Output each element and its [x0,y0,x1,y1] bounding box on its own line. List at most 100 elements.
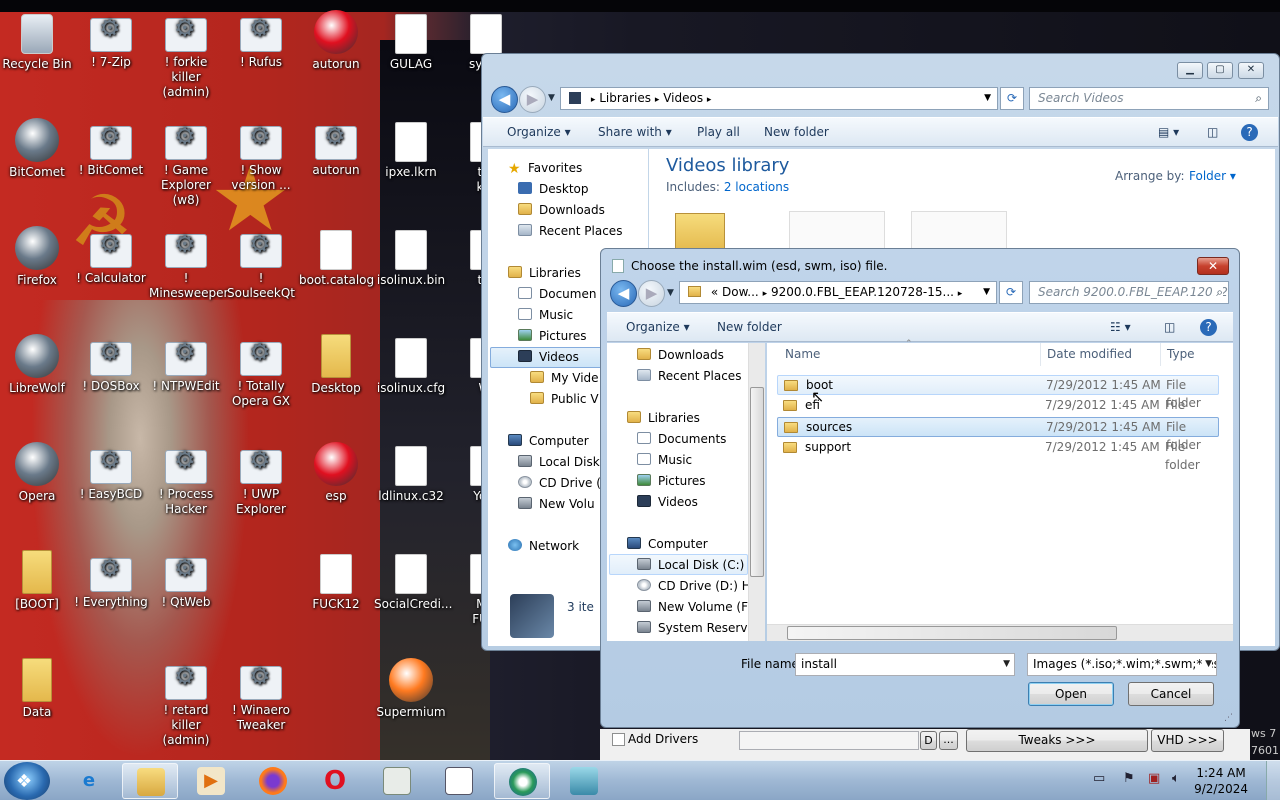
dlg-nav-documents[interactable]: Documents [637,432,726,446]
dialog-refresh-icon[interactable]: ⟳ [999,281,1023,304]
add-drivers-checkbox[interactable] [612,733,625,746]
dlg-nav-libraries[interactable]: Libraries [627,411,700,425]
dialog-organize-menu[interactable]: Organize ▾ [626,320,690,334]
desktop-icon-item[interactable]: ipxe.lkrn [374,118,448,180]
volume-muted-icon[interactable]: 🔈︎ [1172,771,1180,786]
nav-my-videos[interactable]: My Vide [530,371,599,385]
desktop-icon-item[interactable]: ! WinaeroTweaker [224,658,298,733]
chevron-down-icon[interactable]: ▼ [1003,654,1010,675]
taskbar-media-player[interactable]: ▶ [183,763,239,799]
new-folder-button[interactable]: New folder [764,125,829,139]
breadcrumb-current-folder[interactable]: 9200.0.FBL_EEAP.120728-15... [771,285,954,299]
address-bar[interactable]: ▸ Libraries ▸ Videos ▸ ▼ [560,87,998,110]
dialog-close-button[interactable]: ✕ [1197,257,1229,275]
nav-new-volume[interactable]: New Volu [518,497,595,511]
nav-computer[interactable]: Computer [508,434,589,448]
nav-documents[interactable]: Documen [518,287,596,301]
breadcrumb-overflow[interactable]: « [711,285,718,299]
desktop-icon-item[interactable]: Supermium [374,658,448,720]
refresh-icon[interactable]: ⟳ [1000,87,1024,110]
desktop-icon-item[interactable]: ! EasyBCD [74,442,148,502]
file-name-input[interactable]: install ▼ [795,653,1015,676]
taskbar-explorer[interactable] [122,763,178,799]
vhd-button[interactable]: VHD >>> [1151,729,1224,752]
desktop-icon-item[interactable]: GULAG [374,10,448,72]
arrange-by-dropdown[interactable]: Folder ▾ [1189,169,1236,183]
dlg-nav-cd-drive[interactable]: CD Drive (D:) HB [637,579,759,593]
organize-menu[interactable]: Organize ▾ [507,125,571,139]
drive-letter-button[interactable]: D [920,731,937,750]
show-desktop-button[interactable] [1266,761,1280,800]
desktop-icon-item[interactable]: ! BitComet [74,118,148,178]
desktop-icon-item[interactable]: ! Showversion ... [224,118,298,193]
dlg-nav-computer[interactable]: Computer [627,537,708,551]
preview-pane-icon[interactable]: ◫ [1207,125,1218,139]
column-date-modified[interactable]: Date modified [1041,343,1161,366]
breadcrumb-libraries[interactable]: Libraries [599,91,651,105]
dialog-help-icon[interactable]: ? [1200,319,1217,336]
file-row[interactable]: efi7/29/2012 1:45 AMFile folder [777,396,1219,430]
play-all-button[interactable]: Play all [697,125,740,139]
breadcrumb-downloads[interactable]: Dow... [722,285,759,299]
nav-favorites[interactable]: ★ Favorites [508,161,582,177]
minimize-button[interactable]: ▁ [1177,62,1203,79]
desktop-icon-item[interactable]: BitComet [0,118,74,180]
dialog-address-bar[interactable]: « Dow... ▸ 9200.0.FBL_EEAP.120728-15... … [679,281,997,304]
dialog-recent-chevron-icon[interactable]: ▼ [667,288,674,298]
desktop-icon-item[interactable]: esp [299,442,373,504]
desktop-icon-item[interactable]: boot.catalog [299,226,374,288]
desktop-icon-item[interactable]: LibreWolf [0,334,74,396]
dlg-nav-system-reserved[interactable]: System Reserved [637,621,762,635]
desktop-icon-item[interactable]: !Minesweeper [149,226,228,301]
dialog-view-options-icon[interactable]: ☷ ▾ [1110,320,1131,334]
desktop-icon-item[interactable]: ! GameExplorer (w8) [149,118,223,208]
taskbar-firefox[interactable] [245,763,301,799]
dlg-nav-videos[interactable]: Videos [637,495,698,509]
desktop-icon-item[interactable]: ldlinux.c32 [374,442,448,504]
view-options-icon[interactable]: ▤ ▾ [1158,125,1179,139]
desktop-icon-item[interactable]: ! ProcessHacker [149,442,223,517]
search-videos-input[interactable]: Search Videos ⌕ [1029,87,1269,110]
dlg-nav-pictures[interactable]: Pictures [637,474,706,488]
dialog-preview-pane-icon[interactable]: ◫ [1164,320,1175,334]
taskbar-supermium[interactable] [494,763,550,799]
desktop-icon-item[interactable]: FUCK12 [299,550,373,612]
dlg-nav-new-volume[interactable]: New Volume (F:) [637,600,756,614]
desktop-icon-item[interactable]: Firefox [0,226,74,288]
recent-pages-chevron-icon[interactable]: ▼ [548,93,555,103]
desktop-icon-item[interactable]: Recycle Bin [0,10,74,72]
keyboard-icon[interactable]: ▭ [1093,771,1105,786]
desktop-icon-item[interactable]: ! UWPExplorer [224,442,298,517]
desktop-icon-item[interactable]: Desktop [299,334,373,396]
nav-cd-drive[interactable]: CD Drive ( [518,476,601,490]
back-button[interactable]: ◀ [491,86,518,113]
browse-drivers-button[interactable]: ... [939,731,958,750]
nav-downloads[interactable]: Downloads [518,203,605,217]
taskbar-opera[interactable]: O [307,763,363,799]
desktop-icon-item[interactable]: ! NTPWEdit [149,334,223,394]
desktop-icon-item[interactable]: Data [0,658,74,720]
nav-recent-places[interactable]: Recent Places [518,224,622,238]
desktop-icon-item[interactable]: ! 7-Zip [74,10,148,70]
desktop-icon-item[interactable]: autorun [299,118,373,178]
dlg-nav-music[interactable]: Music [637,453,692,467]
clock[interactable]: 1:24 AM 9/2/2024 [1194,765,1248,797]
desktop-icon-item[interactable]: ! retard killer(admin) [149,658,223,748]
file-type-filter[interactable]: Images (*.iso;*.wim;*.swm;*.esd) ▼ [1027,653,1217,676]
action-center-flag-icon[interactable]: ⚑ [1123,771,1135,786]
desktop-icon-item[interactable]: ! DOSBox [74,334,148,394]
desktop-icon-item[interactable]: ! forkie killer(admin) [149,10,223,100]
nav-pictures[interactable]: Pictures [518,329,587,343]
desktop-icon-item[interactable]: isolinux.bin [374,226,448,288]
dialog-file-hscrollbar[interactable] [767,624,1233,641]
address-dropdown-icon[interactable]: ▼ [983,282,990,303]
dlg-nav-downloads[interactable]: Downloads [637,348,724,362]
dialog-nav-scrollbar-thumb[interactable] [750,387,764,577]
network-icon[interactable]: ▣ [1148,771,1160,786]
close-button[interactable]: ✕ [1238,62,1264,79]
folder-thumbnail[interactable] [675,213,725,253]
dialog-file-hscrollbar-thumb[interactable] [787,626,1117,640]
forward-button[interactable]: ▶ [519,86,546,113]
dialog-nav-scrollbar[interactable] [748,343,765,641]
desktop-icon-item[interactable]: SocialCredi... [374,550,452,612]
